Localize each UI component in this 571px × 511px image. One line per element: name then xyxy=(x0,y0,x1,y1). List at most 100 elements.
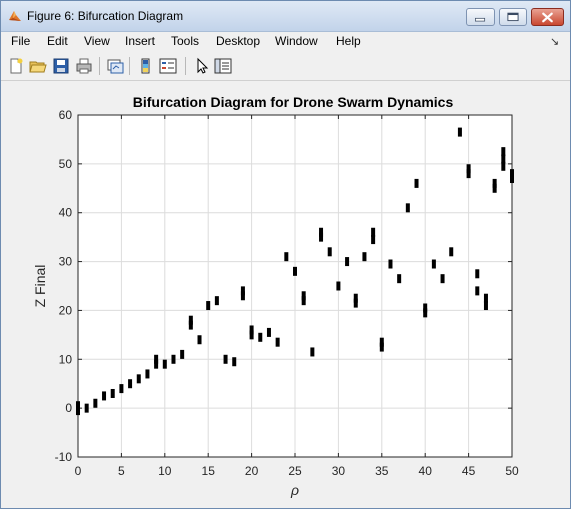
menu-help[interactable]: Help xyxy=(336,34,361,48)
menu-insert[interactable]: Insert xyxy=(125,34,155,48)
data-point xyxy=(440,274,445,284)
data-point xyxy=(475,286,480,296)
data-point xyxy=(353,293,358,303)
data-point xyxy=(76,401,80,411)
data-point xyxy=(449,247,454,257)
toolbar-separator xyxy=(185,57,186,75)
data-point xyxy=(388,259,393,269)
x-tick-labels: 0 5 10 15 20 25 30 35 40 45 50 xyxy=(75,464,519,478)
data-point xyxy=(258,332,263,342)
data-point xyxy=(475,269,480,279)
x-tick-label: 10 xyxy=(158,464,172,478)
close-icon xyxy=(542,12,553,23)
matlab-figure-icon xyxy=(9,11,21,21)
minimize-button[interactable] xyxy=(466,8,495,26)
data-point xyxy=(345,257,350,267)
menu-desktop[interactable]: Desktop xyxy=(216,34,260,48)
y-tick-label: 0 xyxy=(65,401,72,415)
data-point xyxy=(249,325,254,335)
data-point xyxy=(93,398,98,408)
insert-legend-icon[interactable] xyxy=(159,57,177,75)
data-point xyxy=(310,347,315,357)
y-tick-label: -10 xyxy=(55,450,73,464)
data-point xyxy=(293,266,297,276)
data-point xyxy=(197,335,202,345)
data-point xyxy=(240,286,245,296)
data-point xyxy=(162,359,167,369)
x-tick-label: 5 xyxy=(118,464,125,478)
data-point xyxy=(492,178,497,188)
data-point xyxy=(102,391,107,401)
dock-arrow-icon[interactable]: ↘ xyxy=(550,35,559,48)
data-point xyxy=(275,337,280,347)
data-point xyxy=(327,247,332,257)
menu-file[interactable]: File xyxy=(11,34,30,48)
y-axis-label: Z Final xyxy=(32,265,48,308)
save-icon[interactable] xyxy=(52,57,70,75)
data-point xyxy=(362,252,367,262)
title-bar[interactable]: Figure 6: Bifurcation Diagram xyxy=(1,1,570,32)
data-point xyxy=(154,354,159,364)
data-point xyxy=(431,259,436,269)
data-point xyxy=(284,252,289,262)
figure-canvas: Bifurcation Diagram for Drone Swarm Dyna… xyxy=(3,81,568,506)
data-point xyxy=(214,296,219,306)
data-point xyxy=(379,337,384,347)
x-tick-label: 15 xyxy=(202,464,216,478)
data-point xyxy=(371,227,376,237)
data-point xyxy=(136,374,141,384)
bifurcation-plot[interactable]: Bifurcation Diagram for Drone Swarm Dyna… xyxy=(3,81,568,506)
x-tick-label: 20 xyxy=(245,464,259,478)
data-point xyxy=(510,169,514,179)
edit-plot-arrow-icon[interactable] xyxy=(193,57,211,75)
print-icon[interactable] xyxy=(75,57,93,75)
data-point xyxy=(457,127,462,137)
menu-window[interactable]: Window xyxy=(275,34,318,48)
insert-colorbar-icon[interactable] xyxy=(137,57,155,75)
new-figure-icon[interactable] xyxy=(7,57,25,75)
x-tick-label: 40 xyxy=(419,464,433,478)
data-point xyxy=(128,379,133,389)
toolbar xyxy=(1,53,570,81)
figure-window: Figure 6: Bifurcation Diagram File Edit … xyxy=(0,0,571,509)
x-tick-label: 0 xyxy=(75,464,82,478)
x-tick-label: 35 xyxy=(375,464,389,478)
menu-tools[interactable]: Tools xyxy=(171,34,199,48)
y-tick-label: 30 xyxy=(59,255,73,269)
link-plot-icon[interactable] xyxy=(106,57,124,75)
data-point xyxy=(397,274,402,284)
data-point xyxy=(145,369,150,379)
y-tick-label: 60 xyxy=(59,108,73,122)
y-tick-label: 20 xyxy=(59,303,73,317)
data-point xyxy=(110,388,115,398)
y-tick-label: 40 xyxy=(59,206,73,220)
data-point xyxy=(423,303,428,313)
open-file-icon[interactable] xyxy=(29,57,47,75)
data-point xyxy=(119,384,124,394)
x-axis-label: ρ xyxy=(290,482,299,498)
toolbar-separator xyxy=(129,57,130,75)
data-point xyxy=(319,227,324,237)
data-point xyxy=(180,349,185,359)
property-editor-icon[interactable] xyxy=(214,57,232,75)
maximize-button[interactable] xyxy=(499,8,527,26)
menu-view[interactable]: View xyxy=(84,34,110,48)
data-point xyxy=(466,164,471,174)
toolbar-separator xyxy=(99,57,100,75)
data-point xyxy=(483,293,488,303)
data-point xyxy=(223,354,228,364)
data-point xyxy=(266,327,271,337)
menu-edit[interactable]: Edit xyxy=(47,34,68,48)
minimize-icon xyxy=(475,17,486,22)
menu-bar: File Edit View Insert Tools Desktop Wind… xyxy=(1,32,570,52)
data-point xyxy=(414,178,419,188)
data-point xyxy=(405,203,410,213)
x-tick-label: 25 xyxy=(288,464,302,478)
x-tick-label: 30 xyxy=(332,464,346,478)
close-button[interactable] xyxy=(531,8,564,26)
y-tick-labels: -10 0 10 20 30 40 50 60 xyxy=(55,108,73,464)
data-point xyxy=(188,315,193,325)
x-tick-label: 50 xyxy=(505,464,519,478)
chart-title: Bifurcation Diagram for Drone Swarm Dyna… xyxy=(133,94,454,110)
data-point xyxy=(336,281,341,291)
